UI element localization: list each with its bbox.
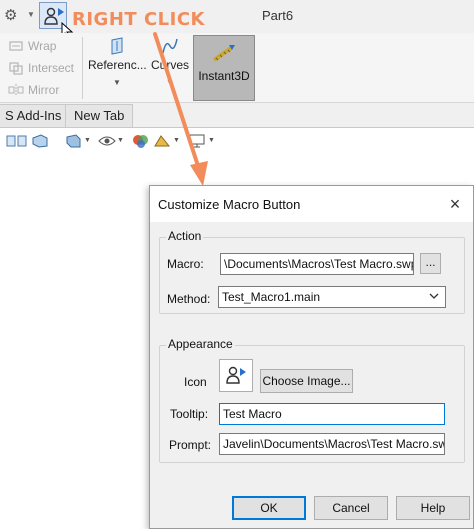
curves-button[interactable]: Curves ▼ [150,37,190,97]
edit-appearance-icon[interactable] [132,134,150,148]
browse-button[interactable]: ... [420,253,441,274]
hide-show-items-icon[interactable] [98,134,116,148]
chevron-down-icon[interactable]: ▼ [27,10,35,19]
appearance-group-label: Appearance [166,337,235,351]
method-select[interactable]: Test_Macro1.main [218,286,446,308]
chevron-down-icon[interactable]: ▼ [84,137,91,144]
chevron-down-icon[interactable]: ▼ [117,137,124,144]
wrap-icon [9,41,23,51]
tab-new-tab[interactable]: New Tab [65,104,134,128]
tooltip-field[interactable]: Test Macro [219,403,445,425]
chevron-down-icon: ▼ [113,78,121,87]
tab-addins[interactable]: S Add-Ins [0,104,71,128]
reference-label: Referenc... [88,58,147,72]
method-label: Method: [167,292,211,306]
section-view-icon[interactable] [31,134,49,148]
right-click-annotation: RIGHT CLICK [72,9,205,30]
chevron-down-icon[interactable]: ▼ [173,137,180,144]
close-icon[interactable]: × [442,192,468,216]
cancel-button[interactable]: Cancel [314,496,388,520]
ribbon-separator [82,37,83,99]
prompt-label: Prompt: [169,438,212,452]
wrap-tool[interactable]: Wrap [8,36,56,56]
command-manager-tabs: S Add-Ins New Tab [0,103,474,128]
gear-icon[interactable]: ⚙ [4,6,26,26]
dialog-title: Customize Macro Button [158,197,301,212]
curves-icon [162,38,178,54]
ok-button[interactable]: OK [232,496,306,520]
reference-geometry-button[interactable]: Referenc... ▼ [88,37,147,97]
wrap-label: Wrap [28,39,57,53]
method-value: Test_Macro1.main [222,290,321,304]
document-title: Part6 [262,8,294,23]
ribbon: Wrap Intersect Mirror Referenc... ▼ Curv… [0,33,474,103]
intersect-icon [9,62,23,75]
chevron-down-icon[interactable]: ▼ [208,137,215,144]
chevron-down-icon: ▼ [166,78,174,87]
macro-icon-preview[interactable] [219,359,253,392]
instant3d-icon [212,45,235,62]
zoom-icon[interactable] [6,134,28,148]
curves-label: Curves [150,58,189,72]
view-settings-icon[interactable] [188,134,206,148]
intersect-tool[interactable]: Intersect [8,58,74,78]
chevron-down-icon [429,293,439,299]
dialog-title-bar: Customize Macro Button × [150,186,473,222]
view-toolbar: ▼ ▼ ▼ ▼ [0,128,474,154]
mirror-tool[interactable]: Mirror [8,80,59,100]
help-button[interactable]: Help [396,496,470,520]
macro-label: Macro: [167,257,204,271]
action-group-label: Action [166,229,204,243]
macro-icon [226,366,246,384]
tooltip-label: Tooltip: [170,407,209,421]
apply-scene-icon[interactable] [153,134,171,148]
reference-geometry-icon [111,37,123,55]
choose-image-button[interactable]: Choose Image... [260,369,353,393]
instant3d-label: Instant3D [198,69,250,83]
mirror-icon [8,84,24,96]
icon-label: Icon [184,375,207,389]
customize-macro-button-dialog: Customize Macro Button × Action Macro: \… [149,185,474,529]
intersect-label: Intersect [28,61,75,75]
prompt-field[interactable]: Javelin\Documents\Macros\Test Macro.swp [219,433,445,455]
title-bar: ⚙ ▼ RIGHT CLICK Part6 [0,0,474,40]
view-orientation-icon[interactable] [64,134,82,148]
macro-path-field[interactable]: \Documents\Macros\Test Macro.swp [220,253,414,275]
mirror-label: Mirror [28,83,60,97]
instant3d-button[interactable]: Instant3D [193,35,255,101]
